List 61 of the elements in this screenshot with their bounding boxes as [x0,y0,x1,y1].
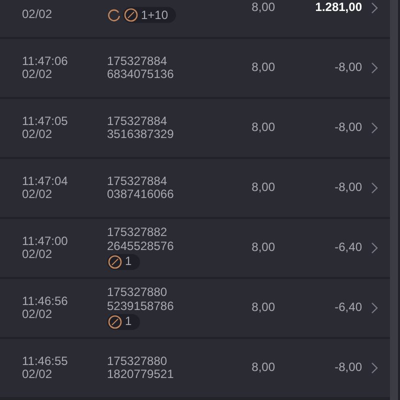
time-text: 11:47:00 [22,234,69,248]
date-text: 02/02 [22,68,54,82]
chevron-icon[interactable] [371,122,378,134]
id-text: 175327884 [107,174,168,188]
list-row[interactable]: 02/02 1+10 8,00 1.281,00 [0,0,390,37]
list-row[interactable]: 11:47:05 02/02 175327884 3516387329 8,00 -8,00 [0,99,390,157]
result-text: -8,00 [334,181,362,195]
time-text: 11:47:05 [22,114,69,128]
result-text: -8,00 [334,61,362,75]
chevron-icon[interactable] [371,2,378,14]
date-text: 02/02 [22,188,54,202]
amount-text: 8,00 [250,121,275,135]
amount-text: 8,00 [250,181,275,195]
id-text: 175327880 [107,354,168,368]
amount-text: 8,00 [250,241,275,255]
id-text: 2645528576 [107,240,174,253]
id-text: 6834075136 [107,68,174,82]
chevron-icon[interactable] [371,182,378,194]
id-text: 175327880 [107,286,168,300]
date-text: 02/02 [22,248,54,262]
compass-icon [108,315,122,329]
date-text: 02/02 [22,128,54,142]
list-row[interactable]: 11:47:00 02/02 175327882 2645528576 1 8,00 -6,40 [0,219,390,277]
amount-text: 8,00 [250,361,275,375]
chevron-icon[interactable] [371,302,378,314]
result-text: 1.281,00 [314,1,362,15]
amount-text: 8,00 [250,1,275,15]
result-text: -8,00 [334,361,362,375]
list-row[interactable]: 11:46:55 02/02 175327880 1820779521 8,00 -8,00 [0,339,390,397]
date-text: 02/02 [22,8,54,22]
compass-icon [108,255,122,269]
result-text: -8,00 [334,121,362,135]
id-text: 175327882 [107,226,168,240]
list-row[interactable]: 11:46:56 02/02 175327880 5239158786 1 8,00 -6,40 [0,279,390,337]
result-text: -6,40 [334,301,362,315]
scrollbar[interactable] [390,0,398,400]
refresh-icon [107,8,121,22]
id-text: 5239158786 [107,300,174,313]
count-badge: 1+10 [123,7,176,24]
time-text: 11:46:56 [22,294,69,308]
count-badge: 1 [107,314,140,330]
amount-text: 8,00 [250,61,275,75]
id-text: 3516387329 [107,128,174,142]
result-text: -6,40 [334,241,362,255]
time-text: 11:47:06 [22,54,69,68]
list-row[interactable]: 11:47:04 02/02 175327884 0387416066 8,00 -8,00 [0,159,390,217]
time-text: 11:47:04 [22,174,69,188]
compass-icon [124,8,138,22]
date-text: 02/02 [22,368,54,382]
chevron-icon[interactable] [371,362,378,374]
chevron-icon[interactable] [371,62,378,74]
amount-text: 8,00 [250,301,275,315]
count-badge: 1 [107,254,140,270]
id-text: 175327884 [107,114,168,128]
id-text: 0387416066 [107,188,174,202]
id-text: 1820779521 [107,368,174,382]
id-text: 175327884 [107,54,168,68]
date-text: 02/02 [22,308,54,322]
list-row[interactable]: 11:47:06 02/02 175327884 6834075136 8,00 -8,00 [0,39,390,97]
chevron-icon[interactable] [371,242,378,254]
time-text: 11:46:55 [22,354,69,368]
